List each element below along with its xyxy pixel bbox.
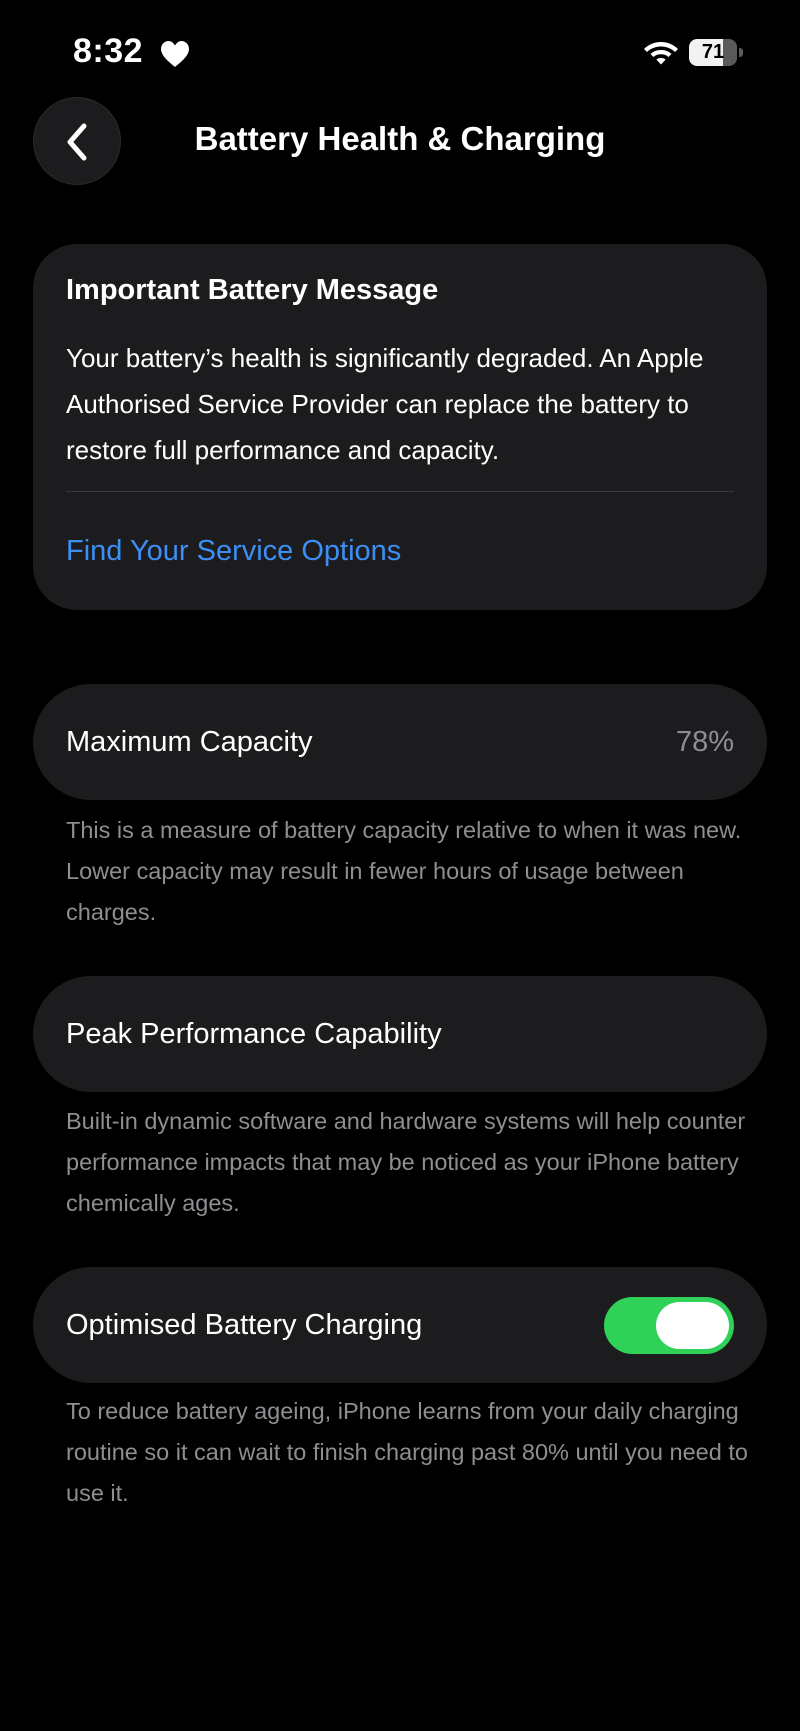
battery-indicator: 71: [689, 39, 745, 66]
heart-icon: [161, 41, 189, 67]
maximum-capacity-footnote: This is a measure of battery capacity re…: [66, 817, 742, 925]
optimised-charging-row: Optimised Battery Charging: [33, 1267, 767, 1383]
battery-cap: [739, 48, 743, 57]
status-time: 8:32: [73, 32, 144, 70]
wifi-icon: [644, 42, 678, 65]
status-bar: 8:32 71: [0, 0, 800, 100]
maximum-capacity-value: 78%: [675, 726, 734, 758]
divider: [66, 491, 734, 492]
optimised-charging-footnote: To reduce battery ageing, iPhone learns …: [66, 1398, 748, 1506]
optimised-charging-label: Optimised Battery Charging: [66, 1309, 423, 1341]
optimised-charging-toggle[interactable]: [604, 1297, 734, 1354]
battery-level: 71: [701, 41, 725, 63]
toggle-knob: [656, 1302, 729, 1349]
message-body: Your battery’s health is significantly d…: [66, 343, 704, 465]
find-service-options-link[interactable]: Find Your Service Options: [66, 535, 401, 568]
maximum-capacity-row: Maximum Capacity 78%: [33, 684, 767, 800]
message-title: Important Battery Message: [66, 274, 439, 306]
peak-performance-row: Peak Performance Capability: [33, 976, 767, 1092]
peak-performance-footnote: Built-in dynamic software and hardware s…: [66, 1108, 746, 1216]
page-title: Battery Health & Charging: [194, 120, 606, 157]
peak-performance-label: Peak Performance Capability: [66, 1018, 442, 1050]
battery-body: 71: [689, 39, 737, 66]
battery-message-card: Important Battery Message Your battery’s…: [33, 244, 767, 610]
maximum-capacity-label: Maximum Capacity: [66, 726, 313, 758]
